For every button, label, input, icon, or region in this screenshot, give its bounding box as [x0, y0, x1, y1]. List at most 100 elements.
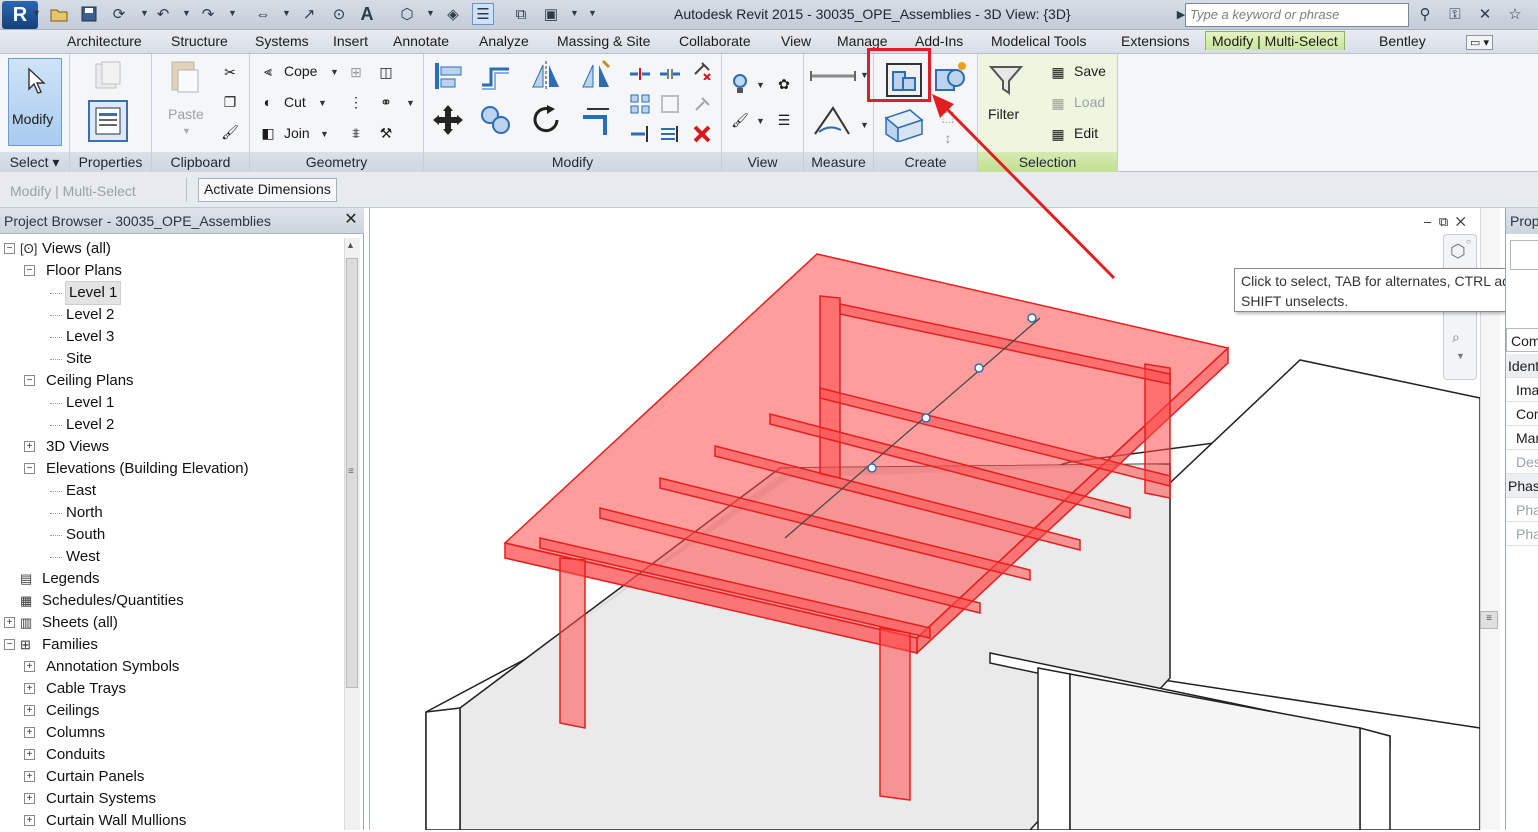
tab-view[interactable]: View — [781, 33, 811, 49]
trim-extend-corner-icon[interactable] — [578, 102, 614, 138]
copy-icon[interactable]: ❐ — [218, 90, 242, 114]
tab-massing-site[interactable]: Massing & Site — [557, 33, 650, 49]
open-icon[interactable] — [48, 3, 70, 25]
expand-icon[interactable]: + — [24, 705, 35, 716]
property-mark[interactable]: Mark — [1506, 426, 1538, 450]
type-properties-icon[interactable] — [90, 58, 126, 94]
wall-joins-icon[interactable]: ⊞ — [344, 60, 368, 84]
switch-windows-icon[interactable]: ▣ — [540, 3, 562, 25]
collapse-icon[interactable]: − — [4, 243, 15, 254]
save-selection-icon[interactable]: ▦ — [1046, 60, 1070, 84]
match-properties-icon[interactable]: 🖌 — [218, 120, 242, 144]
properties-button-icon[interactable] — [88, 100, 128, 142]
beam-system-icon[interactable]: ⩨ — [344, 121, 368, 145]
expand-icon[interactable]: + — [24, 661, 35, 672]
expand-icon[interactable]: + — [24, 815, 35, 826]
collapse-icon[interactable]: − — [24, 375, 35, 386]
nav-close-icon[interactable]: ○ — [1466, 237, 1471, 246]
expand-icon[interactable]: + — [4, 617, 15, 628]
save-selection-label[interactable]: Save — [1074, 63, 1106, 79]
cut-label[interactable]: Cut — [284, 94, 306, 110]
aligned-dimension-tool-icon[interactable] — [810, 102, 854, 138]
measure-icon[interactable]: ⇔ — [252, 3, 274, 25]
rotate-icon[interactable] — [528, 102, 564, 138]
cut-geometry-icon[interactable]: ◐ — [256, 90, 280, 114]
binoculars-icon[interactable]: ⚲ — [1414, 3, 1436, 25]
tab-modelical-tools[interactable]: Modelical Tools — [991, 33, 1086, 49]
cope-icon[interactable]: ⫷ — [256, 59, 280, 83]
tag-icon[interactable]: ⊙ — [328, 3, 350, 25]
switch-windows-caret-icon[interactable]: ▼ — [570, 8, 579, 18]
collapse-icon[interactable]: − — [24, 463, 35, 474]
close-hidden-windows-icon[interactable]: ⧉ — [510, 3, 532, 25]
tab-modify-multi-select[interactable]: Modify | Multi-Select — [1205, 31, 1345, 50]
3d-view-icon[interactable]: ⬡ — [396, 3, 418, 25]
property-phase-demolished[interactable]: Phase Demolished — [1506, 522, 1538, 546]
tab-manage[interactable]: Manage — [837, 33, 888, 49]
undo-icon[interactable]: ↶ — [152, 3, 174, 25]
section-icon[interactable]: ◈ — [442, 3, 464, 25]
zoom-icon[interactable]: ⌕ — [1452, 329, 1460, 346]
tab-add-ins[interactable]: Add-Ins — [915, 33, 963, 49]
type-selector[interactable] — [1510, 240, 1538, 270]
paint-icon[interactable]: ◫ — [374, 60, 398, 84]
unpin-icon[interactable] — [690, 58, 714, 82]
override-graphics-icon[interactable]: ✿ — [772, 72, 796, 96]
hammer-icon[interactable]: ⚒ — [374, 121, 398, 145]
modify-button[interactable]: Modify — [8, 58, 62, 146]
sync-icon[interactable]: ⟳ — [108, 3, 130, 25]
property-description[interactable]: Description — [1506, 450, 1538, 474]
paste-icon[interactable] — [166, 58, 202, 94]
split-with-gap-icon[interactable] — [658, 62, 682, 86]
paintbrush-icon[interactable]: 🖌 — [728, 108, 752, 132]
trim-extend-single-icon[interactable] — [628, 122, 652, 146]
text-icon[interactable]: A — [356, 3, 378, 25]
expand-icon[interactable]: + — [24, 727, 35, 738]
demolish-icon[interactable]: ⚭ — [374, 90, 398, 114]
split-element-icon[interactable] — [628, 62, 652, 86]
cut-scissors-icon[interactable]: ✂ — [218, 60, 242, 84]
ribbon-minimize-icon[interactable]: ▭ ▾ — [1466, 35, 1493, 50]
expand-icon[interactable]: + — [24, 441, 35, 452]
mirror-draw-axis-icon[interactable] — [578, 58, 614, 94]
tab-systems[interactable]: Systems — [255, 33, 309, 49]
expand-icon[interactable]: + — [24, 749, 35, 760]
tab-structure[interactable]: Structure — [171, 33, 228, 49]
help-search-input[interactable]: Type a keyword or phrase — [1185, 3, 1409, 27]
view-window-controls[interactable]: – ⧉ ✕ — [1424, 214, 1468, 230]
delete-icon[interactable] — [690, 122, 714, 146]
property-image[interactable]: Image — [1506, 378, 1538, 402]
scale-icon[interactable] — [658, 92, 682, 116]
measure-distance-icon[interactable] — [808, 58, 858, 94]
collapse-icon[interactable]: − — [24, 265, 35, 276]
measure-caret-icon[interactable]: ▼ — [282, 8, 291, 18]
mirror-pick-axis-icon[interactable] — [528, 58, 564, 94]
tab-collaborate[interactable]: Collaborate — [679, 33, 751, 49]
select-panel-label[interactable]: Select ▾ — [0, 152, 69, 172]
view-cube-icon[interactable]: ⬡ — [1450, 241, 1466, 262]
undo-caret-icon[interactable]: ▼ — [182, 8, 191, 18]
subscription-key-icon[interactable]: ⚿ — [1444, 3, 1466, 25]
sync-caret-icon[interactable]: ▼ — [140, 8, 149, 18]
trim-extend-multiple-icon[interactable] — [658, 122, 682, 146]
cut-caret-icon[interactable]: ▼ — [318, 98, 327, 108]
geometry-more-caret-icon[interactable]: ▼ — [406, 98, 415, 108]
copy-element-icon[interactable] — [478, 102, 514, 138]
scroll-up-icon[interactable]: ▲ — [346, 240, 355, 250]
linework-caret-icon[interactable]: ▼ — [756, 116, 765, 126]
star-icon[interactable]: ☆ — [1504, 3, 1526, 25]
move-icon[interactable] — [430, 102, 466, 138]
array-icon[interactable] — [628, 92, 652, 116]
lightbulb-icon[interactable] — [728, 72, 752, 96]
tab-annotate[interactable]: Annotate — [393, 33, 449, 49]
close-icon[interactable]: ✕ — [342, 211, 360, 229]
activate-dimensions-button[interactable]: Activate Dimensions — [198, 178, 337, 202]
exchange-apps-icon[interactable]: ✕ — [1474, 3, 1496, 25]
join-icon[interactable]: ◧ — [256, 121, 280, 145]
align-icon[interactable] — [430, 58, 466, 94]
tab-insert[interactable]: Insert — [333, 33, 368, 49]
paste-caret-icon[interactable]: ▼ — [182, 126, 191, 136]
tab-bentley[interactable]: Bentley — [1379, 33, 1426, 49]
app-menu-caret-icon[interactable]: ▼ — [32, 8, 41, 18]
cope-caret-icon[interactable]: ▼ — [330, 67, 339, 77]
